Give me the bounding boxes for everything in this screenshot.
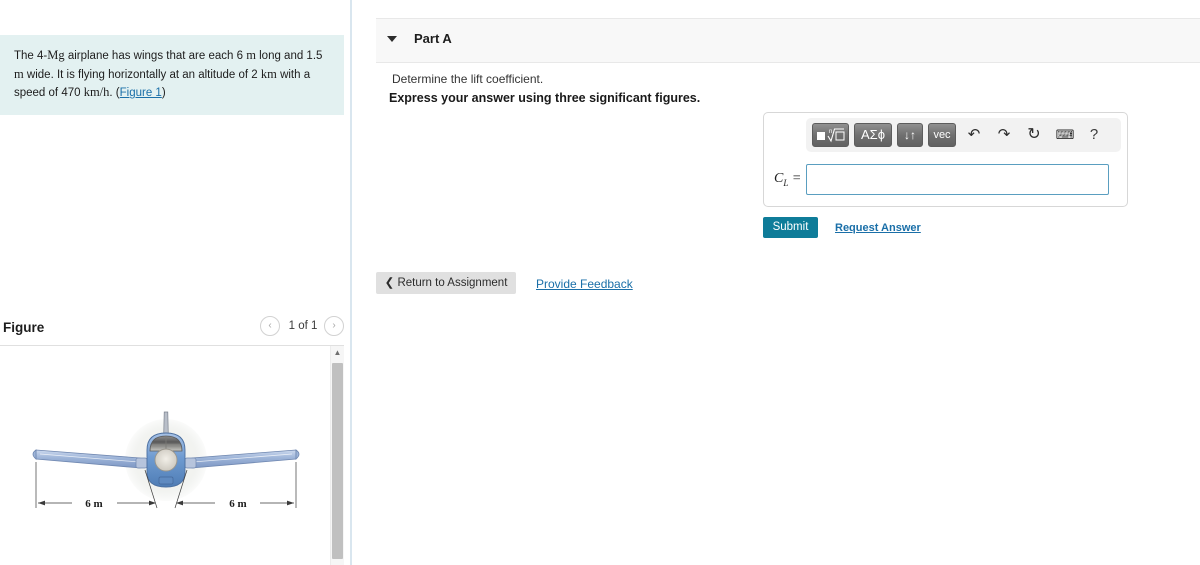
problem-text-3: long and 1.5: [255, 50, 323, 62]
return-to-assignment-button[interactable]: ❮ Return to Assignment: [376, 272, 516, 294]
instruction-text: Express your answer using three signific…: [389, 91, 701, 105]
return-button-label: Return to Assignment: [397, 277, 508, 289]
chevron-left-icon: ❮: [384, 277, 395, 289]
request-answer-link[interactable]: Request Answer: [835, 222, 921, 234]
subscript-superscript-button[interactable]: ↓↑: [897, 123, 923, 147]
left-arrow-outer: [38, 500, 45, 506]
provide-feedback-link[interactable]: Provide Feedback: [536, 277, 633, 291]
right-wingtip: [295, 449, 300, 460]
scrollbar-thumb[interactable]: [332, 363, 343, 559]
keyboard-icon[interactable]: ⌨: [1054, 124, 1076, 146]
scroll-up-button[interactable]: ▲: [331, 346, 344, 360]
right-dimension-label: 6 m: [229, 498, 246, 510]
answer-label: CL =: [774, 171, 801, 188]
part-a-header[interactable]: Part A: [376, 18, 1200, 63]
reset-icon[interactable]: ↻: [1024, 124, 1044, 146]
chevron-down-icon[interactable]: [387, 36, 397, 42]
problem-statement: The 4-Mg airplane has wings that are eac…: [0, 35, 344, 116]
math-toolbar: n ΑΣϕ ↓↑ vec ↶ ↷ ↻ ⌨ ?: [806, 118, 1121, 152]
right-arrow-outer: [287, 500, 294, 506]
speed-unit: km/h: [83, 85, 110, 100]
right-wing: [191, 449, 297, 469]
greek-symbols-button[interactable]: ΑΣϕ: [854, 123, 892, 147]
figure-body: 6 m 6 m ▲: [0, 346, 344, 565]
nose-vent: [158, 476, 174, 485]
answer-input[interactable]: [806, 164, 1109, 195]
question-text: Determine the lift coefficient.: [392, 72, 544, 86]
answer-equals: =: [788, 171, 802, 186]
figure-1-link[interactable]: Figure 1: [120, 87, 162, 99]
figure-prev-button[interactable]: ‹: [260, 316, 280, 336]
figure-pager-label: 1 of 1: [288, 320, 318, 332]
figure-scrollbar[interactable]: ▲: [330, 346, 344, 565]
propeller-spinner: [154, 448, 178, 472]
template-icon: n: [817, 128, 845, 143]
left-wingtip: [32, 449, 37, 460]
problem-text-7: ): [161, 87, 166, 100]
problem-text-2: airplane has wings that are each 6: [64, 50, 247, 62]
undo-icon[interactable]: ↶: [964, 124, 984, 146]
problem-text-6: . (: [109, 87, 120, 100]
problem-text-1: The 4-: [14, 50, 48, 62]
right-panel: Part A Determine the lift coefficient. E…: [354, 0, 1200, 565]
submit-button[interactable]: Submit: [763, 217, 818, 238]
redo-icon[interactable]: ↷: [994, 124, 1014, 146]
left-panel: The 4-Mg airplane has wings that are eac…: [0, 0, 352, 565]
help-icon[interactable]: ?: [1084, 124, 1104, 146]
math-template-button[interactable]: n: [812, 123, 849, 147]
vector-button[interactable]: vec: [928, 123, 956, 147]
svg-text:n: n: [829, 129, 832, 135]
right-gear-fairing: [184, 457, 197, 469]
problem-text-4: wide. It is flying horizontally at an al…: [23, 68, 261, 81]
figure-title: Figure: [3, 320, 45, 335]
left-gear-fairing: [135, 457, 148, 469]
part-a-title: Part A: [414, 31, 452, 46]
airplane-diagram: 6 m 6 m: [32, 411, 300, 510]
width-unit: m: [14, 66, 24, 81]
answer-entry-box: n ΑΣϕ ↓↑ vec ↶ ↷ ↻ ⌨ ? CL =: [763, 112, 1128, 207]
answer-symbol: C: [774, 171, 784, 186]
figure-header: Figure ‹ 1 of 1 ›: [0, 313, 344, 346]
length-unit: m: [246, 48, 256, 62]
figure-next-button[interactable]: ›: [324, 316, 344, 336]
left-dimension-label: 6 m: [85, 498, 102, 510]
mass-unit: Mg: [47, 48, 65, 62]
altitude-unit: km: [260, 66, 277, 81]
left-wing: [35, 449, 141, 469]
